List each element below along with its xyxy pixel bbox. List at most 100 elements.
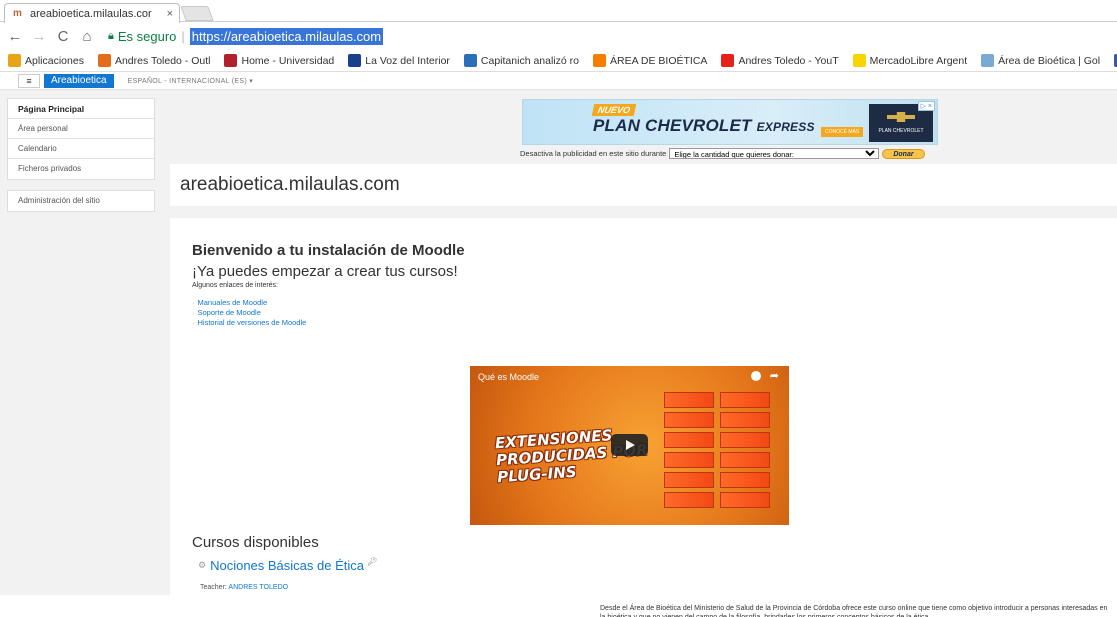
course-link[interactable]: ⚙ Nociones Básicas de Ética 🔑︎ [198, 557, 378, 573]
forward-arrow-icon[interactable]: → [30, 28, 48, 45]
bookmark-item[interactable]: La Voz del Interior [348, 54, 450, 67]
video-block-shape [664, 452, 714, 468]
reload-icon[interactable]: C [54, 28, 72, 45]
bookmark-label: Home - Universidad [241, 54, 335, 67]
courses-heading: Cursos disponibles [192, 534, 319, 551]
bookmark-label: Aplicaciones [25, 54, 84, 67]
bookmark-label: Capitanich analizó ro [480, 54, 579, 67]
bookmark-item[interactable]: ÁREA DE BIOÉTICA [592, 54, 708, 67]
drawer-item-home[interactable]: Página Principal [8, 99, 154, 119]
page-header: areabioetica.milaulas.com [170, 164, 1117, 206]
video-block-shape [720, 412, 770, 428]
new-tab-button[interactable] [180, 6, 214, 21]
lavoz-icon [348, 54, 362, 67]
video-block-shape [664, 392, 714, 408]
teacher-label: Teacher: [200, 584, 227, 591]
bookmark-label: Andres Toledo - YouT [738, 54, 839, 67]
bookmark-label: MercadoLibre Argent [869, 54, 968, 67]
main-region: Bienvenido a tu instalación de Moodle ¡Y… [170, 218, 1117, 617]
address-separator: | [181, 28, 185, 44]
bookmark-item[interactable]: Home - Universidad [224, 54, 334, 67]
video-block-shape [720, 452, 770, 468]
browser-toolbar: ← → C ⌂ 🔒︎ Es seguro | https://areabioet… [0, 22, 1117, 50]
donate-amount-select[interactable]: Elige la cantidad que quieres donar: [669, 148, 880, 159]
outlook-icon [97, 54, 111, 67]
bookmark-item[interactable]: Área de Bioética | Gol [981, 54, 1100, 67]
page-main: Página Principal Área personal Calendari… [0, 90, 1117, 617]
url-text[interactable]: https://areabioetica.milaulas.com [189, 27, 384, 45]
bookmark-item[interactable]: Andres Toledo - Outl [97, 54, 211, 67]
bookmark-item[interactable]: Capitanich analizó ro [463, 54, 579, 67]
mercadolibre-icon [852, 54, 866, 67]
news-icon [463, 54, 477, 67]
home-icon[interactable]: ⌂ [78, 28, 96, 45]
secure-label: Es seguro [117, 28, 177, 44]
site-brand-link[interactable]: Areabioetica [44, 73, 114, 88]
language-menu[interactable]: ESPAÑOL - INTERNACIONAL (ES) ▾ [128, 77, 253, 85]
video-block-shape [720, 472, 770, 488]
blogger-icon [592, 54, 606, 67]
drawer-item-private-files[interactable]: Ficheros privados [8, 159, 154, 179]
links-intro: Algunos enlaces de interés: [192, 282, 278, 289]
link-history[interactable]: Historial de versiones de Moodle [198, 318, 307, 327]
address-bar[interactable]: 🔒︎ Es seguro | https://areabioetica.mila… [102, 25, 1111, 47]
link-manuals[interactable]: Manuales de Moodle [198, 298, 268, 307]
guest-access-key-icon: 🔑︎ [367, 557, 378, 566]
ad-logo-text: PLAN CHEVROLET [878, 128, 924, 134]
video-block-shape [720, 432, 770, 448]
course-summary: Desde el Área de Bioética del Ministerio… [600, 605, 1108, 617]
youtube-icon [721, 54, 735, 67]
bookmark-label: Área de Bioética | Gol [998, 54, 1101, 67]
teacher-name-link[interactable]: ANDRES TOLEDO [228, 584, 288, 591]
nav-drawer: Página Principal Área personal Calendari… [0, 90, 162, 595]
course-icon: ⚙ [198, 560, 207, 570]
video-title[interactable]: Qué es Moodle [478, 372, 539, 382]
video-embed[interactable]: Qué es Moodle ➦ EXTENSIONES PRODUCIDAS P… [470, 366, 789, 525]
drawer-item-calendar[interactable]: Calendario [8, 139, 154, 159]
video-block-shape [664, 432, 714, 448]
video-block-shape [720, 392, 770, 408]
share-icon[interactable]: ➦ [770, 369, 779, 382]
donate-text: Desactiva la publicidad en este sitio du… [520, 149, 667, 158]
donate-bar: Desactiva la publicidad en este sitio du… [520, 148, 925, 159]
start-heading: ¡Ya puedes empezar a crear tus cursos! [192, 263, 458, 280]
bookmark-label: Andres Toledo - Outl [114, 54, 211, 67]
drawer-group-main: Página Principal Área personal Calendari… [7, 98, 155, 180]
tab-title: areabioetica.milaulas.cor [30, 7, 152, 20]
course-name[interactable]: Nociones Básicas de Ética [210, 558, 364, 573]
video-block-shape [720, 492, 770, 508]
bookmark-label: ÁREA DE BIOÉTICA [609, 54, 708, 67]
chevrolet-ad-banner[interactable]: NUEVO PLAN CHEVROLET EXPRESS CONOCÉ MÁS … [522, 99, 938, 145]
bookmarks-bar: Aplicaciones Andres Toledo - Outl Home - U… [0, 50, 1117, 72]
lock-icon: 🔒︎ [108, 29, 114, 42]
video-block-shape [664, 412, 714, 428]
ad-close-icon[interactable]: ▷ × [917, 101, 935, 111]
apps-grid-icon [8, 54, 21, 67]
drawer-item-site-admin[interactable]: Administración del sitio [8, 191, 154, 211]
bookmark-label: La Voz del Interior [365, 54, 450, 67]
link-item[interactable]: · Manuales de Moodle [192, 298, 1117, 308]
ad-headline-small: EXPRESS [756, 120, 815, 134]
drawer-group-admin: Administración del sitio [7, 190, 155, 212]
link-support[interactable]: Soporte de Moodle [198, 308, 261, 317]
course-teacher: Teacher: ANDRES TOLEDO [200, 584, 288, 591]
university-icon [224, 54, 238, 67]
menu-toggle-icon[interactable]: ≡ [18, 73, 40, 88]
play-button-icon[interactable] [611, 434, 648, 456]
bookmark-item[interactable]: Andres Toledo - YouT [721, 54, 839, 67]
bookmark-item[interactable]: Aplicaciones [8, 54, 84, 67]
ad-badge: NUEVO [591, 104, 637, 116]
back-arrow-icon[interactable]: ← [6, 28, 24, 45]
watch-later-icon[interactable] [751, 371, 761, 381]
chevrolet-bowtie-icon [887, 112, 915, 122]
drawer-item-dashboard[interactable]: Área personal [8, 119, 154, 139]
ad-cta-button[interactable]: CONOCÉ MÁS [821, 127, 864, 137]
link-item[interactable]: · Historial de versiones de Moodle [192, 318, 1117, 328]
tab-strip: m areabioetica.milaulas.cor × [0, 0, 1117, 23]
donate-button[interactable]: Donar [882, 148, 925, 159]
welcome-heading: Bienvenido a tu instalación de Moodle [192, 242, 465, 259]
browser-tab[interactable]: m areabioetica.milaulas.cor × [4, 3, 180, 23]
close-tab-icon[interactable]: × [167, 8, 173, 20]
bookmark-item[interactable]: MercadoLibre Argent [852, 54, 968, 67]
link-item[interactable]: · Soporte de Moodle [192, 308, 1117, 318]
